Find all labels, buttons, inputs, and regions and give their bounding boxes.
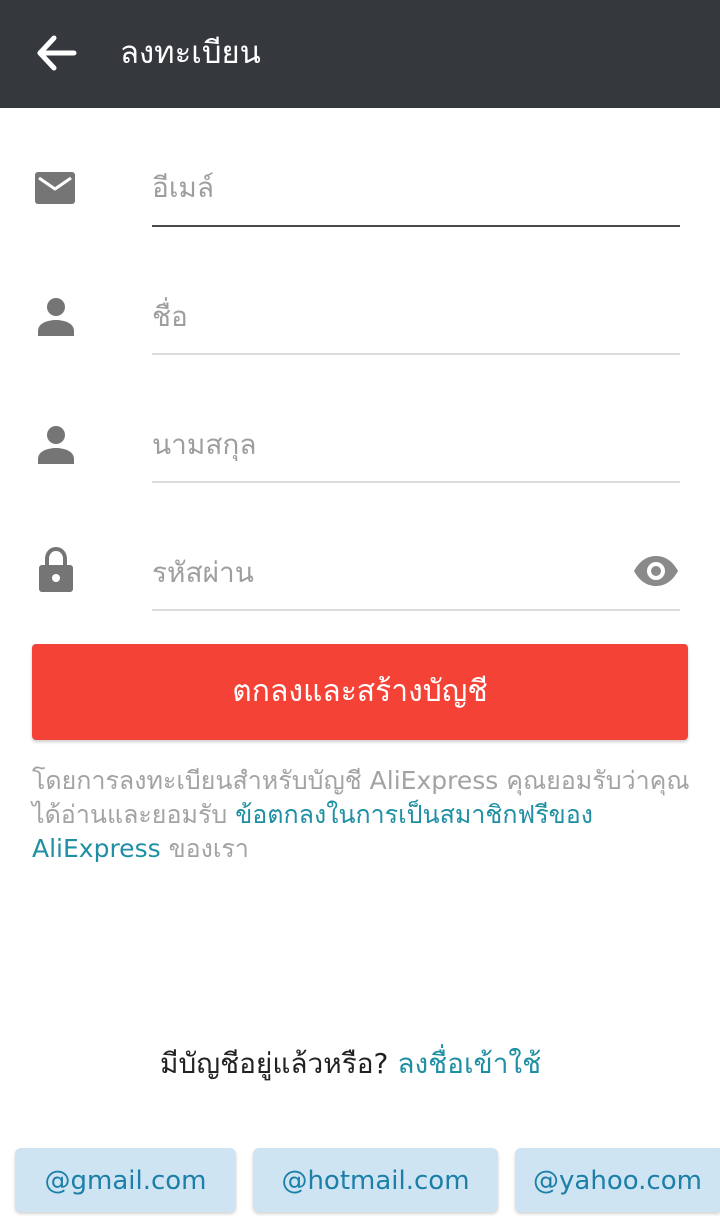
create-account-button[interactable]: ตกลงและสร้างบัญชี bbox=[32, 644, 688, 740]
page-title: ลงทะเบียน bbox=[120, 35, 261, 71]
email-input[interactable] bbox=[152, 164, 680, 212]
arrow-back-icon bbox=[37, 35, 77, 71]
toggle-password-visibility-button[interactable] bbox=[632, 554, 680, 592]
email-suggestion-gmail[interactable]: @gmail.com bbox=[15, 1148, 236, 1212]
first-name-input[interactable] bbox=[152, 293, 680, 341]
first-name-underline bbox=[152, 353, 680, 355]
email-suggestion-hotmail[interactable]: @hotmail.com bbox=[253, 1148, 498, 1212]
mail-icon bbox=[35, 172, 75, 204]
password-field-group bbox=[0, 534, 720, 662]
terms-suffix: ของเรา bbox=[160, 834, 249, 863]
terms-text: โดยการลงทะเบียนสำหรับบัญชี AliExpress คุ… bbox=[32, 764, 692, 866]
first-name-field-group bbox=[0, 278, 720, 406]
email-suggestion-yahoo[interactable]: @yahoo.com bbox=[515, 1148, 720, 1212]
last-name-input[interactable] bbox=[152, 421, 680, 469]
email-underline bbox=[152, 225, 680, 227]
lock-icon bbox=[39, 546, 73, 592]
person-icon bbox=[38, 426, 74, 464]
last-name-underline bbox=[152, 481, 680, 483]
last-name-field-group bbox=[0, 406, 720, 534]
email-field-group bbox=[0, 150, 720, 278]
password-input[interactable] bbox=[152, 549, 622, 597]
eye-icon bbox=[634, 556, 678, 586]
app-bar: ลงทะเบียน bbox=[0, 0, 720, 108]
password-underline bbox=[152, 609, 680, 611]
signin-link[interactable]: ลงชื่อเข้าใช้ bbox=[397, 1047, 541, 1080]
signin-question: มีบัญชีอยู่แล้วหรือ? bbox=[160, 1047, 398, 1080]
back-button[interactable] bbox=[30, 30, 82, 76]
person-icon bbox=[38, 298, 74, 336]
